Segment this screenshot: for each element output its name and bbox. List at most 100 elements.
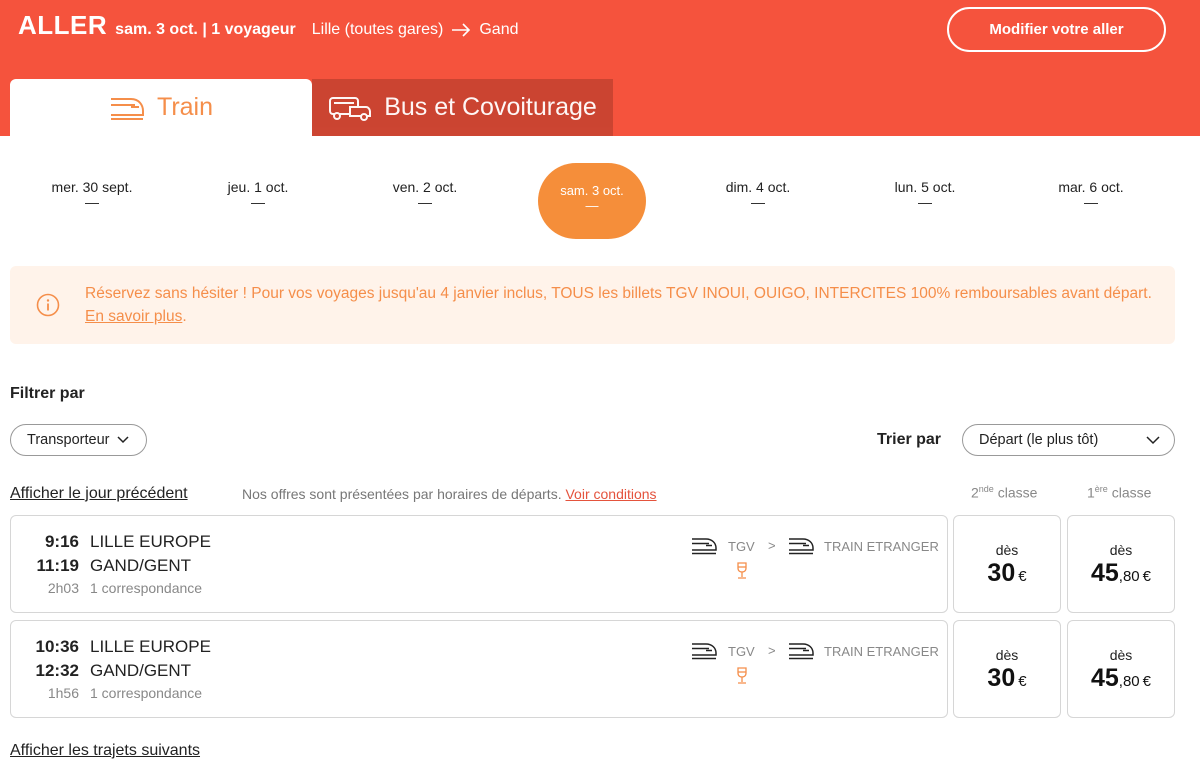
journey-duration: 2h03 [47,580,79,596]
price-first-class[interactable]: dès 45,80 € [1067,620,1175,718]
class-number: 2 [971,484,979,501]
price-from-label: dès [1109,647,1133,663]
date-option-selected[interactable]: sam. 3 oct. — [538,163,646,239]
date-price: — [751,194,765,210]
date-option[interactable]: dim. 4 oct. — [683,160,833,209]
trip-summary: ALLER sam. 3 oct. | 1 voyageur Lille (to… [18,10,519,41]
price-amount: 30 € [954,664,1060,693]
date-price: — [918,194,932,210]
conditions-link[interactable]: Voir conditions [565,486,656,502]
sort-label: Trier par [877,431,942,448]
bar-car-icon [737,667,747,684]
class-suffix: ère [1094,484,1108,494]
price-integer: 30 [987,664,1016,692]
destination-label: Gand [479,21,519,38]
price-currency: € [1018,568,1027,585]
train-icon [692,538,717,555]
second-class-header: 2nde classe [971,484,1037,501]
trip-date-travelers: sam. 3 oct. | 1 voyageur [115,21,296,38]
banner-text: Réservez sans hésiter ! Pour vos voyages… [85,282,1160,328]
connection-count: 1 correspondance [90,580,203,596]
offers-note-text: Nos offres sont présentées par horaires … [242,486,566,502]
class-word: classe [1107,484,1152,501]
refund-info-banner: Réservez sans hésiter ! Pour vos voyages… [10,266,1175,344]
chevron-down-icon [1146,436,1160,445]
date-label: mar. 6 oct. [1058,179,1124,195]
sort-value: Départ (le plus tôt) [979,432,1099,448]
banner-message: Réservez sans hésiter ! Pour vos voyages… [85,285,1152,302]
price-decimal: ,80 [1118,568,1140,585]
date-option[interactable]: mer. 30 sept. — [17,160,167,209]
date-label: jeu. 1 oct. [227,179,289,195]
price-integer: 45 [1090,664,1119,692]
date-price: — [85,194,99,210]
origin-label: Lille (toutes gares) [311,21,444,38]
train-icon [110,97,144,120]
filter-title: Filtrer par [10,385,85,402]
arrival-time: 12:32 [35,661,79,680]
price-currency: € [1142,673,1151,690]
price-amount: 45,80 € [1068,664,1174,693]
price-from-label: dès [1109,542,1133,558]
arrival-station: GAND/GENT [90,556,192,575]
price-first-class[interactable]: dès 45,80 € [1067,515,1175,613]
price-currency: € [1142,568,1151,585]
leg-separator: > [768,538,776,553]
sort-dropdown[interactable]: Départ (le plus tôt) [962,424,1175,456]
price-from-label: dès [995,542,1019,558]
tab-bus-label: Bus et Covoiturage [384,93,597,121]
trip-route: Lille (toutes gares) Gand [312,21,519,39]
next-trips-link[interactable]: Afficher les trajets suivants [10,742,200,760]
carrier-filter-dropdown[interactable]: Transporteur [10,424,147,456]
date-label: lun. 5 oct. [894,179,956,195]
search-header: ALLER sam. 3 oct. | 1 voyageur Lille (to… [0,0,1200,136]
tab-train[interactable]: Train [10,79,312,136]
date-option[interactable]: lun. 5 oct. — [850,160,1000,209]
date-label: mer. 30 sept. [51,179,133,195]
date-label: sam. 3 oct. [560,183,624,198]
price-amount: 45,80 € [1068,559,1174,588]
class-suffix: nde [978,484,994,494]
departure-station: LILLE EUROPE [90,637,211,656]
modify-outbound-button[interactable]: Modifier votre aller [947,7,1166,52]
chevron-down-icon [117,436,129,444]
price-currency: € [1018,673,1027,690]
offers-note: Nos offres sont présentées par horaires … [242,486,657,502]
connection-count: 1 correspondance [90,685,203,701]
price-decimal: ,80 [1118,673,1140,690]
tab-train-label: Train [156,93,214,121]
date-price: — [1084,194,1098,210]
arrival-time: 11:19 [36,556,79,575]
date-option[interactable]: mar. 6 oct. — [1016,160,1166,209]
date-option[interactable]: jeu. 1 oct. — [183,160,333,209]
train-icon [789,538,814,555]
class-word: classe [993,484,1038,501]
price-second-class[interactable]: dès 30 € [953,515,1061,613]
leg-carrier-label: TGV [728,644,755,659]
bus-car-icon [329,96,372,121]
bar-car-icon [737,562,747,579]
previous-day-link[interactable]: Afficher le jour précédent [10,485,188,503]
arrival-station: GAND/GENT [90,661,192,680]
first-class-header: 1ère classe [1087,484,1151,501]
trip-direction: ALLER [18,10,108,40]
leg-carrier-label: TGV [728,539,755,554]
learn-more-link[interactable]: En savoir plus [85,308,182,325]
train-icon [789,643,814,660]
date-option[interactable]: ven. 2 oct. — [350,160,500,209]
leg-separator: > [768,643,776,658]
train-icon [692,643,717,660]
date-price: — [585,198,599,213]
date-price: — [251,194,265,210]
date-label: ven. 2 oct. [392,179,458,195]
date-label: dim. 4 oct. [725,179,791,195]
leg-carrier-label: TRAIN ETRANGER [824,539,939,554]
price-from-label: dès [995,647,1019,663]
journey-card[interactable]: 9:16 LILLE EUROPE 11:19 GAND/GENT 2h03 1… [10,515,948,613]
price-integer: 45 [1090,559,1119,587]
journey-card[interactable]: 10:36 LILLE EUROPE 12:32 GAND/GENT 1h56 … [10,620,948,718]
price-second-class[interactable]: dès 30 € [953,620,1061,718]
departure-time: 9:16 [44,532,79,551]
carrier-filter-label: Transporteur [27,432,110,448]
tab-bus-carpool[interactable]: Bus et Covoiturage [312,79,613,136]
